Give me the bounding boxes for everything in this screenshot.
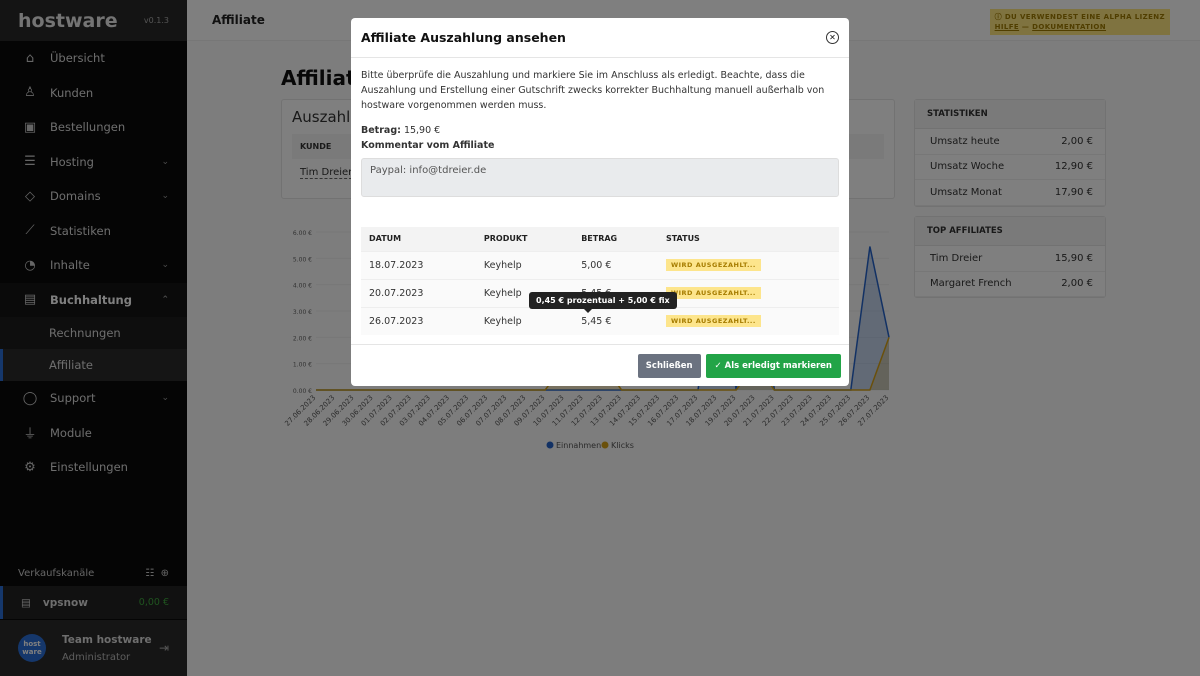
column-header: PRODUKT	[475, 227, 574, 251]
close-button[interactable]: Schließen	[637, 353, 701, 378]
amount-value: 15,90 €	[400, 125, 441, 136]
close-icon[interactable]: ✕	[826, 31, 839, 44]
table-row: 26.07.2023 Keyhelp 5,45 € WIRD AUSGEZAHLT..…	[361, 306, 839, 335]
column-header: STATUS	[657, 227, 839, 251]
comment-textarea[interactable]: Paypal: info@tdreier.de	[361, 158, 839, 197]
column-header: DATUM	[361, 227, 476, 251]
payout-items-table: DATUM PRODUKT BETRAG STATUS 18.07.2023 Keyhel…	[361, 227, 839, 335]
status-badge: WIRD AUSGEZAHLT...	[665, 259, 761, 271]
status-badge: WIRD AUSGEZAHLT...	[665, 287, 761, 299]
status-badge: WIRD AUSGEZAHLT...	[665, 315, 761, 328]
payout-modal: Affiliate Auszahlung ansehen ✕ Bitte über…	[351, 18, 849, 386]
tooltip: 0,45 € prozentual + 5,00 € fix	[529, 292, 677, 313]
modal-title: Affiliate Auszahlung ansehen	[361, 30, 566, 45]
column-header: BETRAG	[573, 227, 658, 251]
mark-done-button[interactable]: ✓ Als erledigt markieren	[705, 353, 841, 378]
table-row: 18.07.2023 Keyhelp 5,00 € WIRD AUSGEZAHLT..…	[361, 250, 839, 279]
